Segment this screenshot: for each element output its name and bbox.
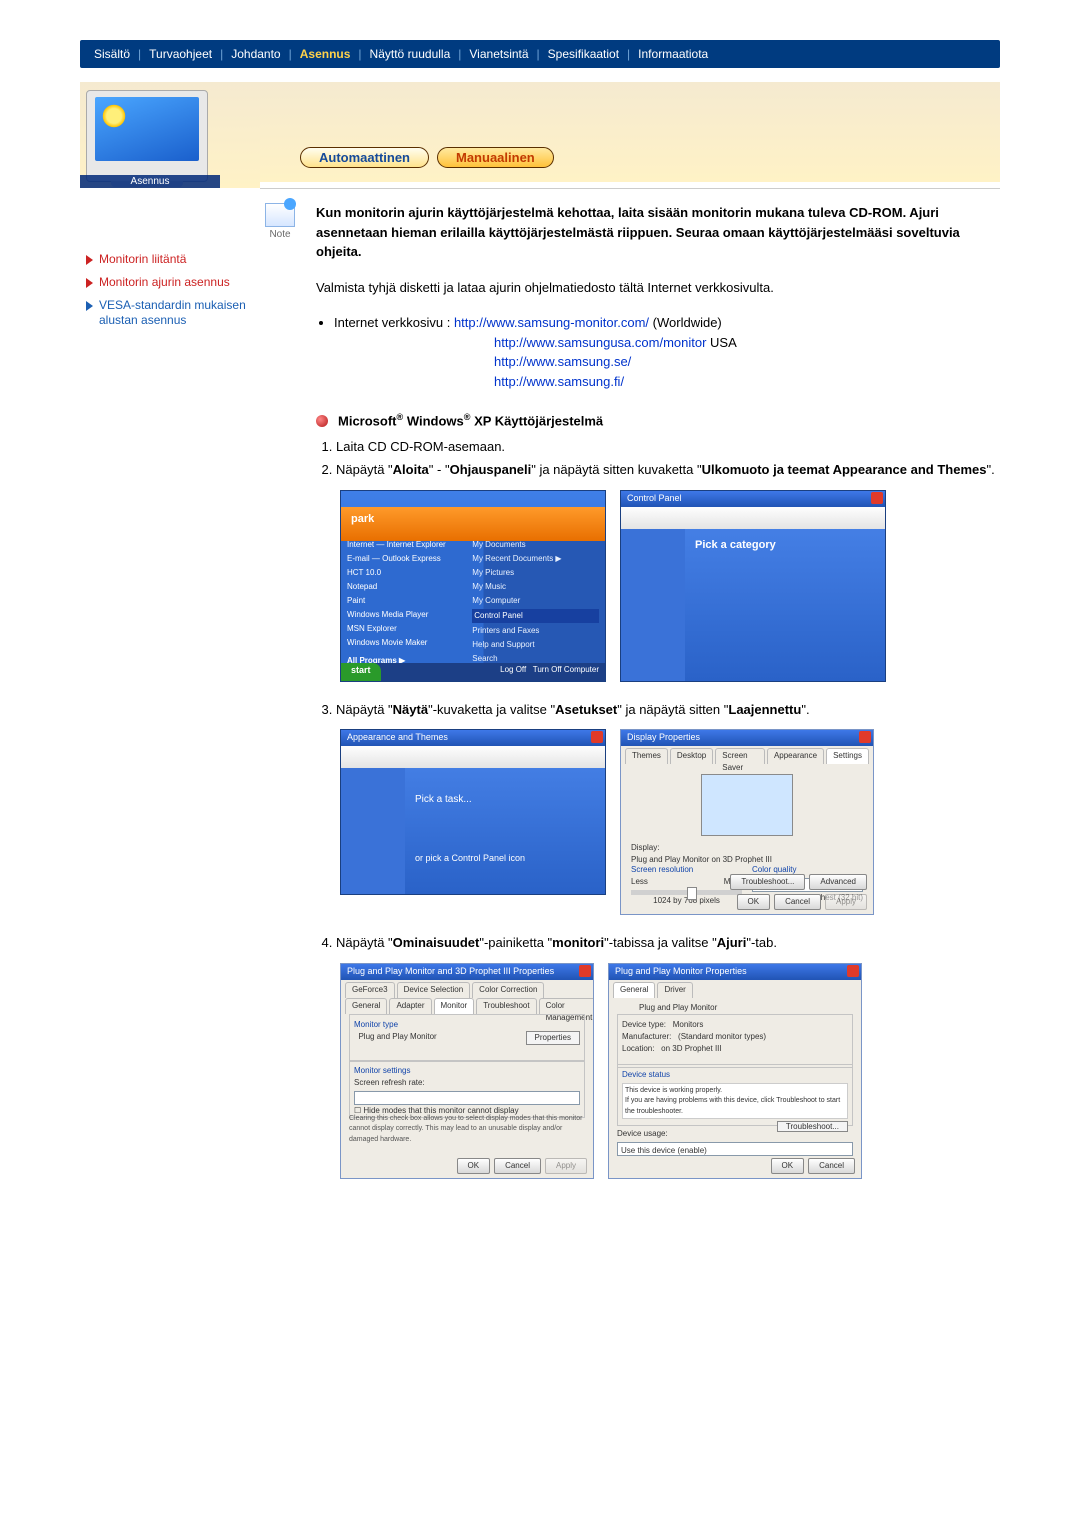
top-nav: Sisältö| Turvaohjeet| Johdanto| Asennus|… [80,40,1000,68]
note-column: Note [260,203,300,240]
link-usa[interactable]: http://www.samsungusa.com/monitor [494,335,706,350]
hero-caption: Asennus [80,175,220,188]
step-2: Näpäytä "Aloita" - "Ohjauspaneli" ja näp… [336,460,1000,480]
nav-item[interactable]: Turvaohjeet [143,47,218,61]
link-usa-suffix: USA [706,335,736,350]
screenshot-control-panel: Control Panel Pick a category [620,490,886,682]
hero-banner: Asennus [80,82,260,188]
screenshot-start-menu: park Internet — Internet ExplorerE-mail … [340,490,606,682]
note-label: Note [260,229,300,240]
links-label: Internet verkkosivu : [334,315,454,330]
note-icon [265,203,295,227]
tab-manual[interactable]: Manuaalinen [437,147,554,168]
nav-item-active[interactable]: Asennus [294,47,357,61]
tab-automatic[interactable]: Automaattinen [300,147,429,168]
screenshot-advanced-monitor-tab: Plug and Play Monitor and 3D Prophet III… [340,963,594,1179]
step-3: Näpäytä "Näytä"-kuvaketta ja valitse "As… [336,700,1000,720]
sidebar-link-driver-install[interactable]: Monitorin ajurin asennus [80,271,260,294]
section-title: Microsoft® Windows® XP Käyttöjärjestelmä [338,411,603,431]
nav-item[interactable]: Johdanto [225,47,286,61]
links-list: Internet verkkosivu : http://www.samsung… [334,313,1000,391]
link-se[interactable]: http://www.samsung.se/ [494,354,631,369]
screenshot-monitor-properties: Plug and Play Monitor Properties General… [608,963,862,1179]
screenshot-appearance-themes: Appearance and Themes Pick a task... or … [340,729,606,895]
start-user: park [341,507,605,541]
nav-item[interactable]: Näyttö ruudulla [364,47,457,61]
nav-item[interactable]: Sisältö [88,47,136,61]
arrow-icon [86,255,93,265]
section-bullet-icon [316,415,328,427]
sidebar-link-vesa-mount[interactable]: VESA-standardin mukaisen alustan asennus [80,294,260,332]
nav-item[interactable]: Informaatiota [632,47,714,61]
divider [260,188,1000,189]
sidebar-link-connection[interactable]: Monitorin liitäntä [80,248,260,271]
nav-item[interactable]: Vianetsintä [463,47,534,61]
screenshot-display-properties: Display Properties ThemesDesktop Screen … [620,729,874,915]
step-4: Näpäytä "Ominaisuudet"-painiketta "monit… [336,933,1000,953]
link-worldwide-suffix: (Worldwide) [653,315,722,330]
monitor-illustration [86,90,208,182]
link-fi[interactable]: http://www.samsung.fi/ [494,374,624,389]
link-worldwide[interactable]: http://www.samsung-monitor.com/ [454,315,649,330]
arrow-icon [86,278,93,288]
start-button: start [341,663,381,681]
intro-plain: Valmista tyhjä disketti ja lataa ajurin … [316,278,1000,298]
step-1: Laita CD CD-ROM-asemaan. [336,437,1000,457]
intro-bold: Kun monitorin ajurin käyttöjärjestelmä k… [316,205,960,259]
nav-item[interactable]: Spesifikaatiot [542,47,625,61]
arrow-icon [86,301,93,311]
